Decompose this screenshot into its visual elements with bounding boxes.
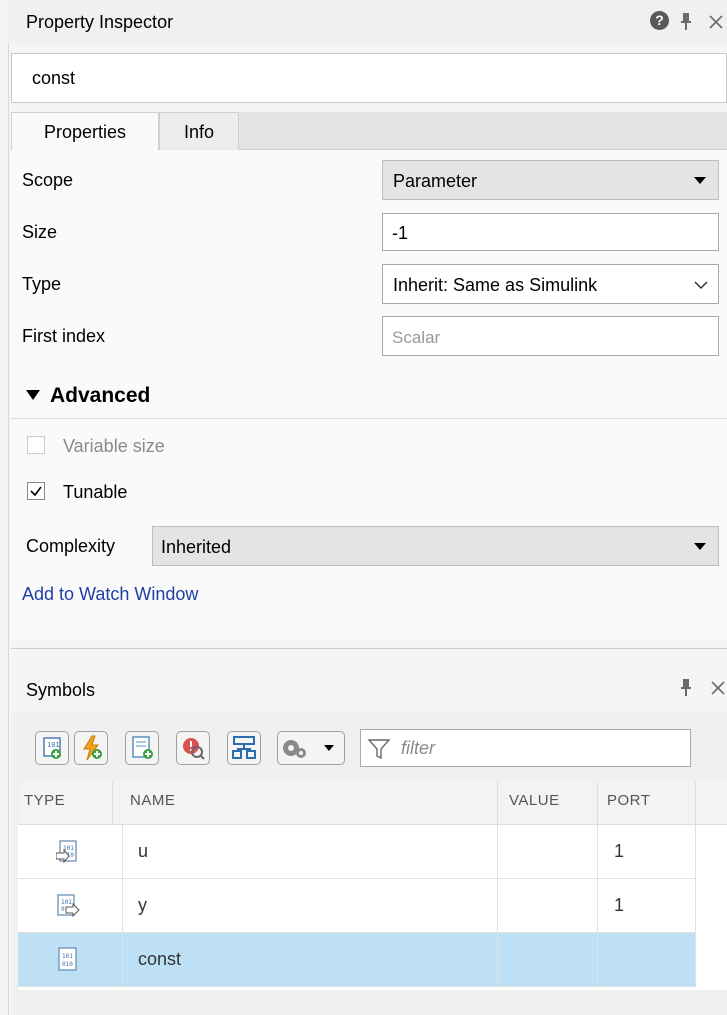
filter-input[interactable]: filter xyxy=(360,729,691,767)
cell-divider xyxy=(695,879,696,933)
first-index-placeholder: Scalar xyxy=(392,328,441,347)
left-border xyxy=(8,0,9,1015)
cell-divider xyxy=(497,933,498,987)
tab-info[interactable]: Info xyxy=(159,112,239,150)
chevron-down-icon xyxy=(694,281,708,290)
close-icon[interactable] xyxy=(710,680,726,696)
type-dropdown[interactable]: Inherit: Same as Simulink xyxy=(382,264,719,304)
add-to-watch-window-link[interactable]: Add to Watch Window xyxy=(22,584,198,605)
parameter-data-icon: 101010 xyxy=(58,947,77,971)
column-header-name[interactable]: NAME xyxy=(130,792,175,809)
first-index-label: First index xyxy=(22,326,106,346)
symbol-port: 1 xyxy=(614,841,625,861)
collapse-triangle-icon[interactable] xyxy=(25,389,41,401)
column-divider xyxy=(497,782,498,825)
variable-size-checkbox[interactable] xyxy=(27,436,45,454)
first-index-input[interactable]: Scalar xyxy=(382,316,719,356)
symbol-name: u xyxy=(138,841,149,861)
inspector-title: Property Inspector xyxy=(26,12,174,32)
scope-value: Parameter xyxy=(393,171,478,191)
cell-divider xyxy=(597,879,598,933)
cell-divider xyxy=(597,933,598,987)
table-row-selected[interactable]: 101 010 const xyxy=(18,933,696,987)
output-data-icon: 101010 xyxy=(57,894,80,918)
cell-divider xyxy=(597,825,598,879)
scope-label: Scope xyxy=(22,170,74,190)
size-value: -1 xyxy=(392,223,409,243)
hierarchy-icon[interactable] xyxy=(227,731,261,765)
variable-size-label: Variable size xyxy=(63,436,165,456)
object-name-box: const xyxy=(11,53,727,103)
column-divider xyxy=(112,782,113,825)
symbol-name: const xyxy=(138,949,182,969)
settings-icon[interactable] xyxy=(277,731,345,765)
filter-funnel-icon xyxy=(367,739,391,760)
complexity-label: Complexity xyxy=(26,536,116,556)
type-label: Type xyxy=(22,274,62,294)
dropdown-arrow-icon xyxy=(694,543,706,550)
tunable-checkbox[interactable] xyxy=(27,482,45,500)
cell-divider xyxy=(122,825,123,879)
size-label: Size xyxy=(22,222,58,242)
svg-text:101: 101 xyxy=(61,899,72,906)
svg-text:101: 101 xyxy=(47,741,60,749)
column-header-value[interactable]: VALUE xyxy=(509,792,560,809)
table-row[interactable]: 101010 y 1 xyxy=(18,879,696,933)
tab-properties[interactable]: Properties xyxy=(11,112,159,151)
advanced-separator xyxy=(11,418,727,419)
filter-placeholder: filter xyxy=(401,738,436,758)
symbols-table-header: TYPE NAME VALUE PORT xyxy=(18,782,727,825)
cell-divider xyxy=(497,879,498,933)
complexity-value: Inherited xyxy=(161,537,232,557)
symbol-port: 1 xyxy=(614,895,625,915)
tab-strip: Properties Info xyxy=(11,112,727,151)
checkmark-icon xyxy=(30,486,42,497)
type-value: Inherit: Same as Simulink xyxy=(393,275,598,295)
cell-divider xyxy=(497,825,498,879)
advanced-section-header[interactable]: Advanced xyxy=(50,384,150,408)
add-data-icon[interactable]: 101 xyxy=(35,731,69,765)
resolve-undefined-icon[interactable] xyxy=(176,731,210,765)
symbol-name: y xyxy=(138,895,147,915)
pane-divider xyxy=(11,648,727,649)
tunable-label: Tunable xyxy=(63,482,128,502)
column-header-port[interactable]: PORT xyxy=(607,792,650,809)
input-data-icon: 101010 xyxy=(56,840,77,864)
cell-divider xyxy=(695,825,696,879)
table-row[interactable]: 101010 u 1 xyxy=(18,825,696,879)
add-event-icon[interactable] xyxy=(74,731,108,765)
scope-dropdown[interactable]: Parameter xyxy=(382,160,719,200)
dropdown-arrow-icon xyxy=(694,177,706,184)
svg-text:101: 101 xyxy=(62,953,73,960)
pin-icon[interactable] xyxy=(680,678,692,698)
add-message-icon[interactable] xyxy=(125,731,159,765)
cell-divider xyxy=(695,933,696,987)
pin-icon[interactable] xyxy=(680,12,692,32)
cell-divider xyxy=(122,933,123,987)
close-icon[interactable] xyxy=(708,14,724,30)
column-divider xyxy=(695,782,696,825)
svg-text:010: 010 xyxy=(62,961,73,968)
help-icon[interactable]: ? xyxy=(650,11,669,30)
column-divider xyxy=(597,782,598,825)
column-header-type[interactable]: TYPE xyxy=(24,792,65,809)
symbols-title: Symbols xyxy=(26,680,96,700)
cell-divider xyxy=(122,879,123,933)
size-input[interactable]: -1 xyxy=(382,213,719,251)
complexity-dropdown[interactable]: Inherited xyxy=(152,526,719,566)
object-name: const xyxy=(32,68,76,88)
